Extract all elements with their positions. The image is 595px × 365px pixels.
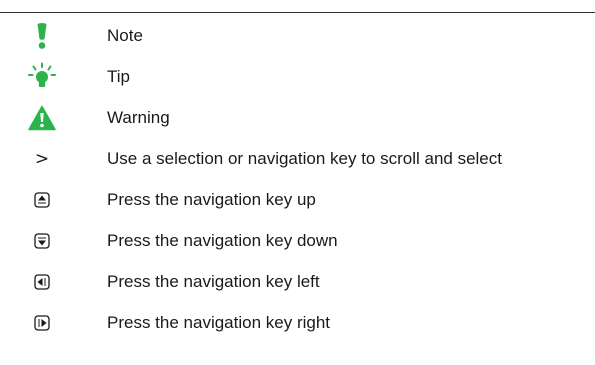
nav-key-down-icon (26, 221, 58, 261)
nav-key-up-icon (26, 180, 58, 220)
legend-row-tip: Tip (0, 57, 595, 97)
legend-row-warning: Warning (0, 98, 595, 138)
note-icon (26, 16, 58, 56)
warning-icon (26, 98, 58, 138)
legend-label-nav-down: Press the navigation key down (107, 231, 338, 250)
legend-row-nav-left: Press the navigation key left (0, 262, 595, 302)
top-rule (0, 12, 595, 13)
chevron-glyph: > (34, 149, 50, 169)
tip-icon (26, 57, 58, 97)
legend-label-nav-right: Press the navigation key right (107, 313, 331, 332)
chevron-right-icon: > (26, 139, 58, 179)
legend-label-select: Use a selection or navigation key to scr… (107, 149, 502, 168)
nav-key-left-icon (26, 262, 58, 302)
legend-label-note: Note (107, 26, 143, 45)
legend-label-tip: Tip (107, 67, 130, 86)
legend-label-warning: Warning (107, 108, 170, 127)
legend-row-select: > Use a selection or navigation key to s… (0, 139, 595, 179)
legend-row-note: Note (0, 16, 595, 56)
legend-label-nav-left: Press the navigation key left (107, 272, 320, 291)
nav-key-right-icon (26, 303, 58, 343)
legend-label-nav-up: Press the navigation key up (107, 190, 316, 209)
legend-row-nav-right: Press the navigation key right (0, 303, 595, 343)
legend-row-nav-down: Press the navigation key down (0, 221, 595, 261)
legend-row-nav-up: Press the navigation key up (0, 180, 595, 220)
